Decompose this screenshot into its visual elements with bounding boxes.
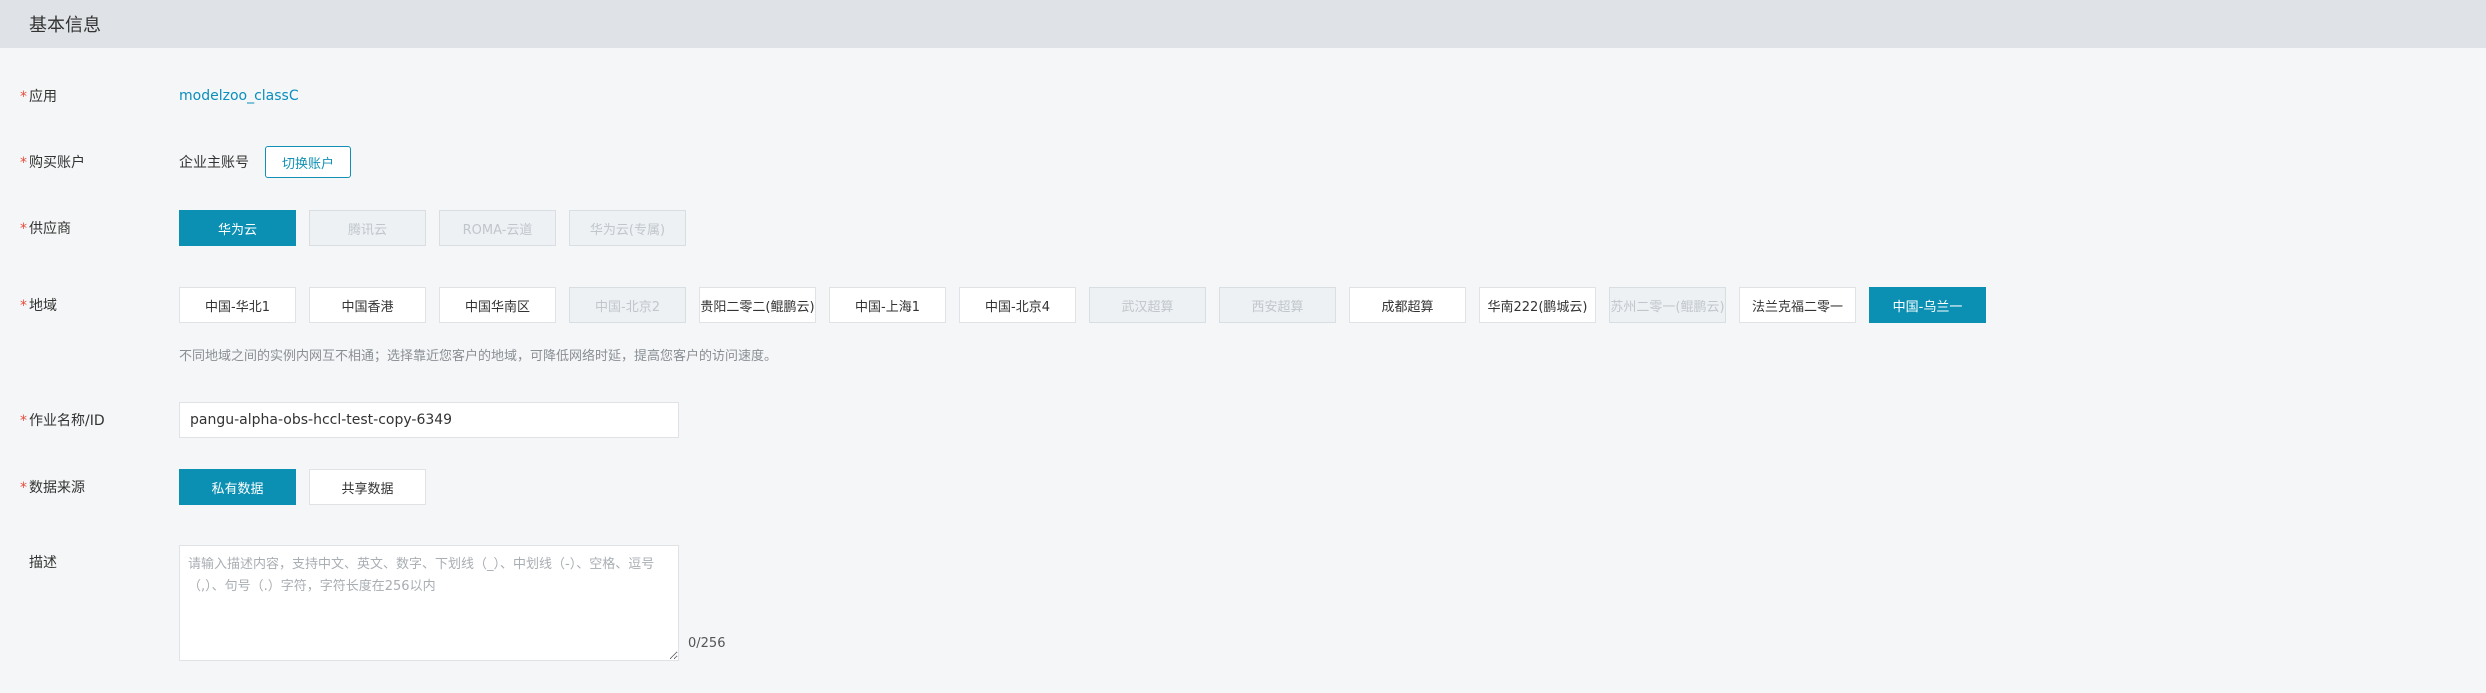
account-row: * 购买账户 企业主账号 切换账户 [0, 146, 2486, 178]
job-row: * 作业名称/ID [0, 402, 2486, 438]
app-link[interactable]: modelzoo_classC [179, 88, 299, 104]
region-option[interactable]: 贵阳二零二(鲲鹏云) [699, 287, 816, 323]
section-title: 基本信息 [29, 15, 101, 36]
vendor-options: 华为云 腾讯云 ROMA-云道 华为云(专属) [179, 210, 699, 246]
source-option[interactable]: 共享数据 [309, 469, 426, 505]
app-row: * 应用 modelzoo_classC [0, 80, 2486, 112]
vendor-option[interactable]: 华为云 [179, 210, 296, 246]
source-label: * 数据来源 [20, 480, 85, 496]
region-option[interactable]: 华南222(鹏城云) [1479, 287, 1596, 323]
section-header: 基本信息 [0, 0, 2486, 48]
vendor-label: * 供应商 [20, 221, 71, 237]
switch-account-button[interactable]: 切换账户 [265, 146, 352, 178]
description-textarea[interactable] [179, 545, 679, 661]
description-counter: 0/256 [688, 636, 726, 651]
vendor-option[interactable]: 华为云(专属) [569, 210, 686, 246]
vendor-option[interactable]: 腾讯云 [309, 210, 426, 246]
region-option[interactable]: 中国香港 [309, 287, 426, 323]
source-row: * 数据来源 私有数据 共享数据 [0, 469, 2486, 505]
description-label: 描述 [29, 555, 57, 571]
account-label: * 购买账户 [20, 155, 85, 171]
region-label: * 地域 [20, 298, 57, 314]
source-option[interactable]: 私有数据 [179, 469, 296, 505]
job-name-input[interactable] [179, 402, 679, 438]
vendor-option[interactable]: ROMA-云道 [439, 210, 556, 246]
job-label: * 作业名称/ID [20, 413, 105, 429]
region-option[interactable]: 中国-乌兰一 [1869, 287, 1986, 323]
region-option[interactable]: 苏州二零一(鲲鹏云) [1609, 287, 1726, 323]
region-hint: 不同地域之间的实例内网互不相通；选择靠近您客户的地域，可降低网络时延，提高您客户… [179, 349, 778, 364]
region-option[interactable]: 成都超算 [1349, 287, 1466, 323]
region-option[interactable]: 法兰克福二零一 [1739, 287, 1856, 323]
source-options: 私有数据 共享数据 [179, 469, 439, 505]
region-option[interactable]: 中国-北京2 [569, 287, 686, 323]
account-value: 企业主账号 [179, 155, 249, 171]
region-option[interactable]: 中国华南区 [439, 287, 556, 323]
region-options: 中国-华北1 中国香港 中国华南区 中国-北京2 贵阳二零二(鲲鹏云) 中国-上海1 中国-… [179, 287, 1999, 323]
region-option[interactable]: 中国-上海1 [829, 287, 946, 323]
vendor-row: * 供应商 华为云 腾讯云 ROMA-云道 华为云(专属) [0, 210, 2486, 246]
region-option[interactable]: 武汉超算 [1089, 287, 1206, 323]
region-row: * 地域 中国-华北1 中国香港 中国华南区 中国-北京2 贵阳二零二(鲲鹏云) 中国-上海… [0, 287, 2486, 323]
app-label: * 应用 [20, 89, 57, 105]
region-option[interactable]: 中国-北京4 [959, 287, 1076, 323]
region-option[interactable]: 中国-华北1 [179, 287, 296, 323]
region-option[interactable]: 西安超算 [1219, 287, 1336, 323]
